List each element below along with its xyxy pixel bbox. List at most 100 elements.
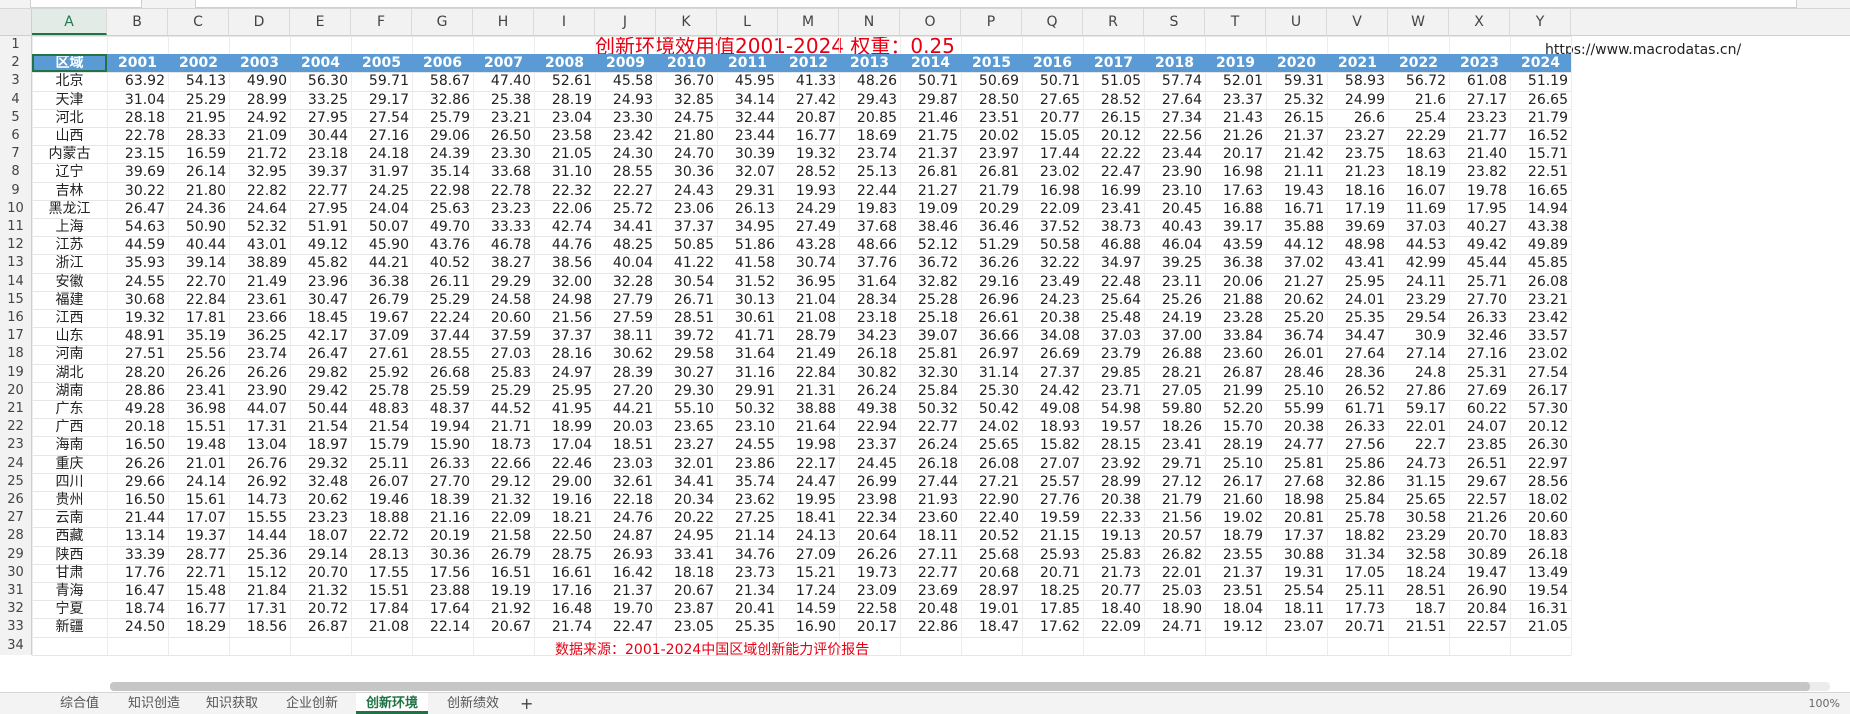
row-header-18[interactable]: 18: [0, 345, 32, 364]
value-cell[interactable]: 23.23: [1449, 109, 1510, 127]
value-cell[interactable]: 26.26: [229, 364, 290, 382]
value-cell[interactable]: 23.71: [1083, 382, 1144, 400]
value-cell[interactable]: 28.46: [1266, 364, 1327, 382]
row-header-13[interactable]: 13: [0, 254, 32, 273]
value-cell[interactable]: 15.70: [1205, 418, 1266, 436]
value-cell[interactable]: 25.65: [1388, 491, 1449, 509]
value-cell[interactable]: 23.75: [1327, 145, 1388, 163]
value-cell[interactable]: 29.29: [473, 273, 534, 291]
value-cell[interactable]: 26.15: [1083, 109, 1144, 127]
value-cell[interactable]: 16.90: [778, 618, 839, 636]
value-cell[interactable]: 30.54: [656, 273, 717, 291]
value-cell[interactable]: 22.27: [595, 182, 656, 200]
value-cell[interactable]: 22.50: [534, 527, 595, 545]
value-cell[interactable]: 21.37: [900, 145, 961, 163]
value-cell[interactable]: 24.39: [412, 145, 473, 163]
value-cell[interactable]: 32.82: [900, 273, 961, 291]
value-cell[interactable]: 23.10: [717, 418, 778, 436]
value-cell[interactable]: 23.23: [290, 509, 351, 527]
value-cell[interactable]: 32.22: [1022, 254, 1083, 272]
value-cell[interactable]: 24.45: [839, 455, 900, 473]
value-cell[interactable]: 20.71: [1327, 618, 1388, 636]
value-cell[interactable]: 25.20: [1266, 309, 1327, 327]
row-header-19[interactable]: 19: [0, 363, 32, 382]
value-cell[interactable]: 31.97: [351, 163, 412, 181]
value-cell[interactable]: 26.50: [473, 127, 534, 145]
value-cell[interactable]: 24.77: [1266, 436, 1327, 454]
value-cell[interactable]: 21.26: [1205, 127, 1266, 145]
value-cell[interactable]: 23.92: [1083, 455, 1144, 473]
value-cell[interactable]: 46.04: [1144, 236, 1205, 254]
value-cell[interactable]: 25.32: [1266, 91, 1327, 109]
value-cell[interactable]: 27.05: [1144, 382, 1205, 400]
value-cell[interactable]: 26.76: [229, 455, 290, 473]
value-cell[interactable]: 19.16: [534, 491, 595, 509]
value-cell[interactable]: 23.61: [229, 291, 290, 309]
value-cell[interactable]: 26.69: [1022, 345, 1083, 363]
value-cell[interactable]: 17.63: [1205, 182, 1266, 200]
value-cell[interactable]: 23.27: [1327, 127, 1388, 145]
value-cell[interactable]: 38.27: [473, 254, 534, 272]
value-cell[interactable]: 21.58: [473, 527, 534, 545]
value-cell[interactable]: 27.54: [351, 109, 412, 127]
value-cell[interactable]: 28.56: [1510, 473, 1571, 491]
value-cell[interactable]: 24.64: [229, 200, 290, 218]
value-cell[interactable]: 20.64: [839, 527, 900, 545]
value-cell[interactable]: 20.38: [1083, 491, 1144, 509]
value-cell[interactable]: 21.15: [1022, 527, 1083, 545]
value-cell[interactable]: 26.81: [900, 163, 961, 181]
value-cell[interactable]: 26.47: [107, 200, 168, 218]
value-cell[interactable]: 23.65: [656, 418, 717, 436]
value-cell[interactable]: 28.18: [107, 109, 168, 127]
value-cell[interactable]: 23.74: [229, 345, 290, 363]
value-cell[interactable]: 27.95: [290, 109, 351, 127]
value-cell[interactable]: 50.32: [900, 400, 961, 418]
value-cell[interactable]: 31.52: [717, 273, 778, 291]
value-cell[interactable]: 32.28: [595, 273, 656, 291]
value-cell[interactable]: 19.70: [595, 600, 656, 618]
value-cell[interactable]: 28.20: [107, 364, 168, 382]
column-header-D[interactable]: D: [229, 9, 290, 35]
value-cell[interactable]: 29.30: [656, 382, 717, 400]
value-cell[interactable]: 33.25: [290, 91, 351, 109]
value-cell[interactable]: 34.95: [717, 218, 778, 236]
value-cell[interactable]: 18.19: [1388, 163, 1449, 181]
value-cell[interactable]: 16.59: [168, 145, 229, 163]
value-cell[interactable]: 27.79: [595, 291, 656, 309]
value-cell[interactable]: 28.97: [961, 582, 1022, 600]
value-cell[interactable]: 18.25: [1022, 582, 1083, 600]
value-cell[interactable]: 23.03: [595, 455, 656, 473]
value-cell[interactable]: 25.56: [168, 345, 229, 363]
value-cell[interactable]: 19.54: [1510, 582, 1571, 600]
value-cell[interactable]: 14.59: [778, 600, 839, 618]
value-cell[interactable]: 28.79: [778, 327, 839, 345]
row-header-25[interactable]: 25: [0, 472, 32, 491]
value-cell[interactable]: 26.96: [961, 291, 1022, 309]
value-cell[interactable]: 22.58: [839, 600, 900, 618]
value-cell[interactable]: 26.51: [1449, 455, 1510, 473]
value-cell[interactable]: 26.97: [961, 345, 1022, 363]
value-cell[interactable]: 20.18: [107, 418, 168, 436]
value-cell[interactable]: 29.71: [1144, 455, 1205, 473]
value-cell[interactable]: 26.18: [1510, 546, 1571, 564]
value-cell[interactable]: 18.04: [1205, 600, 1266, 618]
value-cell[interactable]: 17.84: [351, 600, 412, 618]
value-cell[interactable]: 34.97: [1083, 254, 1144, 272]
value-cell[interactable]: 24.99: [1327, 91, 1388, 109]
value-cell[interactable]: 23.42: [595, 127, 656, 145]
value-cell[interactable]: 25.83: [1083, 546, 1144, 564]
value-cell[interactable]: 27.68: [1266, 473, 1327, 491]
value-cell[interactable]: 25.03: [1144, 582, 1205, 600]
value-cell[interactable]: 20.60: [1510, 509, 1571, 527]
row-header-29[interactable]: 29: [0, 545, 32, 564]
value-cell[interactable]: 23.21: [1510, 291, 1571, 309]
value-cell[interactable]: 20.68: [961, 564, 1022, 582]
value-cell[interactable]: 25.36: [229, 546, 290, 564]
value-cell[interactable]: 59.71: [351, 72, 412, 90]
value-cell[interactable]: 49.28: [107, 400, 168, 418]
value-cell[interactable]: 15.21: [778, 564, 839, 582]
value-cell[interactable]: 18.98: [1266, 491, 1327, 509]
value-cell[interactable]: 26.24: [839, 382, 900, 400]
value-cell[interactable]: 25.59: [412, 382, 473, 400]
value-cell[interactable]: 27.21: [961, 473, 1022, 491]
